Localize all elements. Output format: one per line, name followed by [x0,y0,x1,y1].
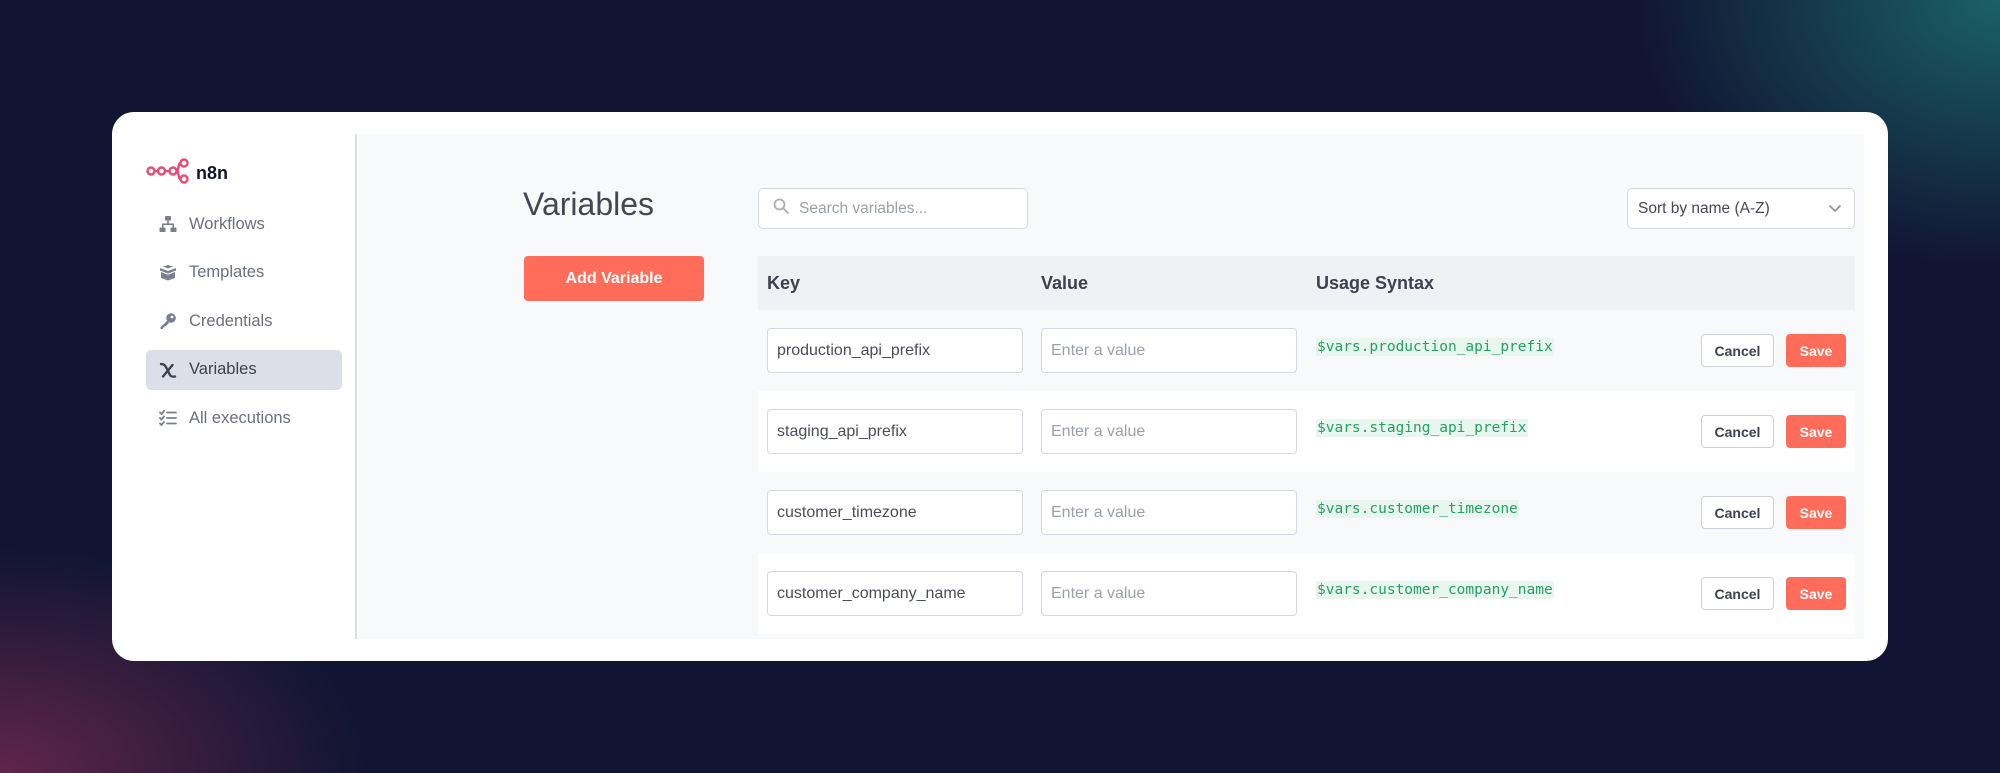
table-row: $vars.customer_timezone Cancel Save [758,472,1855,553]
column-header-key: Key [767,272,801,293]
variables-icon [158,360,178,380]
sort-select[interactable]: Sort by name (A-Z) [1627,188,1855,229]
key-input[interactable] [767,409,1023,454]
sidebar-item-label: All executions [189,408,291,427]
page-title: Variables [523,186,655,222]
sidebar-item-label: Variables [189,360,257,378]
save-button[interactable]: Save [1786,334,1846,367]
sidebar-item-label: Workflows [189,214,265,233]
templates-icon [158,263,178,283]
chevron-down-icon [1828,200,1842,218]
key-icon [158,311,178,331]
search-icon [773,198,789,219]
search-input[interactable] [799,199,1019,218]
usage-syntax[interactable]: $vars.customer_timezone [1316,500,1519,518]
value-input[interactable] [1041,490,1297,535]
usage-syntax[interactable]: $vars.staging_api_prefix [1316,419,1528,437]
column-header-value: Value [1041,272,1089,293]
app-window: n8n Workflows Templates Credentials Vari… [112,112,1888,661]
sidebar-nav: Workflows Templates Credentials Variable… [146,204,342,447]
cancel-button[interactable]: Cancel [1701,577,1774,610]
value-input[interactable] [1041,409,1297,454]
app-name: n8n [196,163,229,183]
key-input[interactable] [767,328,1023,373]
search-box[interactable] [758,188,1028,229]
sidebar-item-label: Credentials [189,311,273,330]
sidebar-item-label: Templates [189,263,265,281]
sidebar-item-variables[interactable]: Variables [146,349,342,390]
logo[interactable]: n8n [146,158,228,189]
sidebar-item-workflows[interactable]: Workflows [146,204,342,244]
key-input[interactable] [767,490,1023,535]
add-variable-button[interactable]: Add Variable [524,256,704,301]
table-row: $vars.customer_company_name Cancel Save [758,553,1855,634]
executions-list-icon [158,408,178,428]
table-header: Key Value Usage Syntax [758,256,1855,310]
n8n-logo-icon [146,158,190,189]
save-button[interactable]: Save [1786,577,1846,610]
key-input[interactable] [767,571,1023,616]
cancel-button[interactable]: Cancel [1701,415,1774,448]
sidebar-item-all-executions[interactable]: All executions [146,398,342,438]
save-button[interactable]: Save [1786,415,1846,448]
sort-selected-value: Sort by name (A-Z) [1638,199,1770,217]
sidebar-item-credentials[interactable]: Credentials [146,301,342,341]
table-row: $vars.staging_api_prefix Cancel Save [758,391,1855,472]
value-input[interactable] [1041,571,1297,616]
cancel-button[interactable]: Cancel [1701,334,1774,367]
workflows-icon [158,214,178,234]
usage-syntax[interactable]: $vars.customer_company_name [1316,581,1554,599]
save-button[interactable]: Save [1786,496,1846,529]
sidebar: n8n Workflows Templates Credentials Vari… [112,134,357,639]
sidebar-item-templates[interactable]: Templates [146,253,342,293]
table-row: $vars.production_api_prefix Cancel Save [758,310,1855,391]
column-header-usage-syntax: Usage Syntax [1316,272,1435,293]
main-content: Variables Add Variable Sort by name (A-Z… [359,134,1864,639]
variables-table: Key Value Usage Syntax $vars.production_… [758,256,1855,634]
usage-syntax[interactable]: $vars.production_api_prefix [1316,338,1554,356]
value-input[interactable] [1041,328,1297,373]
cancel-button[interactable]: Cancel [1701,496,1774,529]
